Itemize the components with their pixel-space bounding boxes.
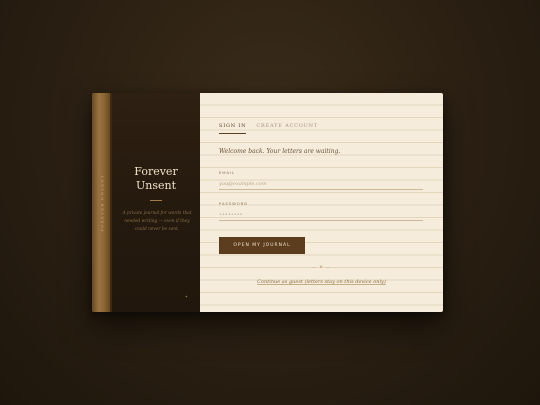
email-label: Email — [219, 170, 236, 175]
password-label: Password — [219, 201, 248, 206]
email-field[interactable] — [219, 179, 423, 190]
cover-divider — [150, 200, 162, 201]
journal-card: Forever Unsent Forever Unsent A private … — [92, 93, 443, 312]
ornament-divider: — ❦ — — [312, 264, 331, 269]
auth-tabs: Sign In Create Account — [219, 123, 318, 134]
spine-title: Forever Unsent — [99, 173, 105, 232]
book-cover: Forever Unsent A private journal for wor… — [112, 93, 200, 312]
app-title-line2: Unsent — [135, 179, 176, 192]
login-page: Sign In Create Account Welcome back. You… — [200, 93, 443, 312]
password-field[interactable] — [219, 210, 423, 221]
open-journal-button[interactable]: Open My Journal — [219, 237, 305, 254]
ornament-icon: ✦ — [184, 294, 188, 299]
guest-link[interactable]: Continue as guest (letters stay on this … — [200, 279, 443, 285]
tab-create-account[interactable]: Create Account — [256, 123, 318, 134]
app-title-line1: Forever — [134, 165, 178, 178]
book-spine: Forever Unsent — [92, 93, 112, 312]
cover-tagline: A private journal for words that needed … — [122, 211, 192, 232]
welcome-message: Welcome back. Your letters are waiting. — [219, 148, 341, 155]
tab-sign-in[interactable]: Sign In — [219, 123, 247, 134]
app-title: Forever Unsent — [112, 165, 200, 193]
